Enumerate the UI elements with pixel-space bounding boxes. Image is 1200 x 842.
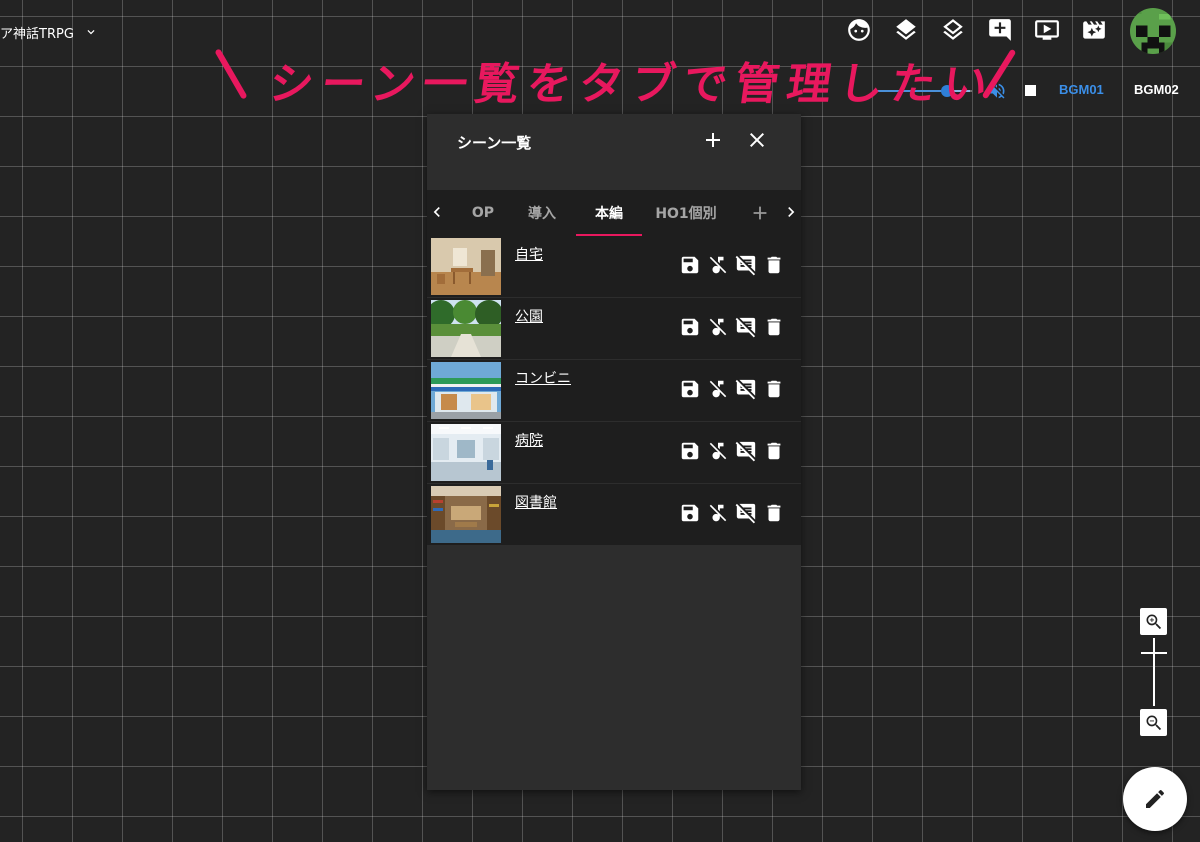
zoom-out-button[interactable] <box>1140 709 1167 736</box>
plus-icon <box>706 133 720 147</box>
zoom-slider[interactable] <box>1153 638 1155 706</box>
delete-icon[interactable] <box>763 502 785 524</box>
save-icon[interactable] <box>679 502 701 524</box>
scene-name[interactable]: 自宅 <box>515 244 543 264</box>
slideshow-icon[interactable] <box>1031 14 1063 46</box>
scene-actions <box>679 254 785 276</box>
scene-actions <box>679 378 785 400</box>
zoom-in-icon <box>1146 614 1161 629</box>
annotation-stroke-left <box>214 48 248 100</box>
music-off-icon[interactable] <box>707 316 729 338</box>
tab-main[interactable]: 本編 <box>576 190 642 236</box>
delete-icon[interactable] <box>763 254 785 276</box>
scene-row[interactable]: 病院 <box>427 422 801 484</box>
zoom-in-button[interactable] <box>1140 608 1167 635</box>
bgm02-tab[interactable]: BGM02 <box>1134 82 1179 97</box>
close-panel-button[interactable] <box>745 128 769 152</box>
tab-ho1[interactable]: HO1個別 <box>653 190 719 236</box>
music-off-icon[interactable] <box>707 440 729 462</box>
annotation-text: シーン一覧をタブで管理したい <box>265 59 999 110</box>
annotation: シーン一覧をタブで管理したい <box>212 42 1032 110</box>
music-off-icon[interactable] <box>707 254 729 276</box>
pencil-icon <box>1146 789 1165 808</box>
scene-thumbnail <box>431 424 501 481</box>
zoom-out-icon <box>1146 715 1161 730</box>
scene-name[interactable]: コンビニ <box>515 368 571 388</box>
panel-title: シーン一覧 <box>457 134 532 152</box>
chevron-right-icon <box>788 207 795 217</box>
panel-header: シーン一覧 <box>427 114 801 164</box>
scene-name[interactable]: 病院 <box>515 430 543 450</box>
scene-thumbnail <box>431 300 501 357</box>
tab-scroll-left[interactable] <box>427 202 447 222</box>
room-title[interactable]: ア神話TRPG <box>0 22 98 42</box>
delete-icon[interactable] <box>763 316 785 338</box>
scene-tabs: OP 導入 本編 HO1個別 <box>427 190 801 236</box>
comments-disabled-icon[interactable] <box>735 316 757 338</box>
tab-intro[interactable]: 導入 <box>521 190 563 236</box>
music-off-icon[interactable] <box>707 502 729 524</box>
scene-name[interactable]: 公園 <box>515 306 543 326</box>
scene-thumbnail <box>431 362 501 419</box>
chevron-left-icon <box>433 207 440 217</box>
scene-thumbnail <box>431 238 501 295</box>
bgm01-tab[interactable]: BGM01 <box>1059 82 1104 97</box>
add-scene-button[interactable] <box>701 128 725 152</box>
scene-row[interactable]: コンビニ <box>427 360 801 422</box>
delete-icon[interactable] <box>763 440 785 462</box>
scene-row[interactable]: 図書館 <box>427 484 801 546</box>
music-off-icon[interactable] <box>707 378 729 400</box>
scene-list: 自宅 公園 コンビニ 病院 図書館 <box>427 236 801 546</box>
close-icon <box>750 133 764 147</box>
save-icon[interactable] <box>679 378 701 400</box>
tab-scroll-right[interactable] <box>781 202 801 222</box>
user-avatar[interactable] <box>1130 8 1176 54</box>
comments-disabled-icon[interactable] <box>735 502 757 524</box>
chevron-down-icon <box>87 30 95 35</box>
scene-name[interactable]: 図書館 <box>515 492 557 512</box>
scene-row[interactable]: 公園 <box>427 298 801 360</box>
scene-actions <box>679 440 785 462</box>
comments-disabled-icon[interactable] <box>735 254 757 276</box>
scene-list-panel: シーン一覧 OP 導入 本編 HO1個別 自宅 公園 コンビニ 病院 図書館 <box>427 114 801 790</box>
scene-thumbnail <box>431 486 501 543</box>
delete-icon[interactable] <box>763 378 785 400</box>
zoom-slider-thumb[interactable] <box>1141 652 1167 654</box>
save-icon[interactable] <box>679 440 701 462</box>
save-icon[interactable] <box>679 316 701 338</box>
add-tab-button[interactable] <box>749 202 771 224</box>
save-icon[interactable] <box>679 254 701 276</box>
room-title-text: ア神話TRPG <box>0 26 74 42</box>
comments-disabled-icon[interactable] <box>735 378 757 400</box>
scene-row[interactable]: 自宅 <box>427 236 801 298</box>
edit-fab-button[interactable] <box>1123 767 1187 831</box>
scene-actions <box>679 316 785 338</box>
scene-actions <box>679 502 785 524</box>
tab-op[interactable]: OP <box>463 190 503 236</box>
comments-disabled-icon[interactable] <box>735 440 757 462</box>
movie-filter-icon[interactable] <box>1078 14 1110 46</box>
plus-icon <box>753 206 767 220</box>
